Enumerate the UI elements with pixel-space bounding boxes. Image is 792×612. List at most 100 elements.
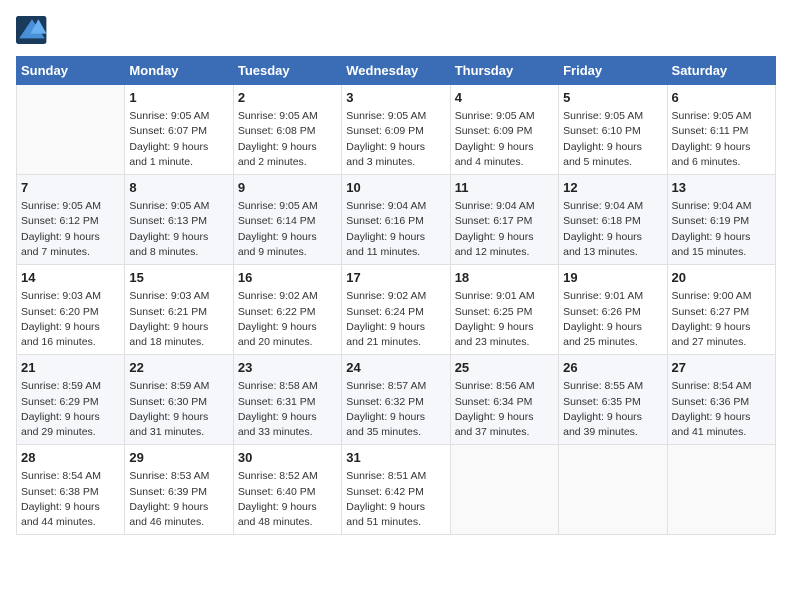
calendar-cell xyxy=(450,445,558,535)
calendar-cell: 25 Sunrise: 8:56 AMSunset: 6:34 PMDayligh… xyxy=(450,355,558,445)
calendar-cell: 21 Sunrise: 8:59 AMSunset: 6:29 PMDayligh… xyxy=(17,355,125,445)
day-number: 7 xyxy=(21,179,120,197)
day-number: 26 xyxy=(563,359,662,377)
day-number: 12 xyxy=(563,179,662,197)
calendar-cell: 11 Sunrise: 9:04 AMSunset: 6:17 PMDayligh… xyxy=(450,175,558,265)
day-number: 24 xyxy=(346,359,445,377)
calendar-cell: 10Sunrise: 9:04 AMSunset: 6:16 PMDayligh… xyxy=(342,175,450,265)
day-number: 13 xyxy=(672,179,771,197)
day-number: 28 xyxy=(21,449,120,467)
day-info: Sunrise: 8:56 AMSunset: 6:34 PMDaylight:… xyxy=(455,379,554,440)
calendar-cell: 29 Sunrise: 8:53 AMSunset: 6:39 PMDayligh… xyxy=(125,445,233,535)
day-info: Sunrise: 9:04 AMSunset: 6:16 PMDaylight:… xyxy=(346,199,445,260)
day-info: Sunrise: 9:05 AMSunset: 6:09 PMDaylight:… xyxy=(346,109,445,170)
day-info: Sunrise: 9:05 AMSunset: 6:10 PMDaylight:… xyxy=(563,109,662,170)
day-number: 30 xyxy=(238,449,337,467)
day-number: 27 xyxy=(672,359,771,377)
weekday-header: Wednesday xyxy=(342,57,450,85)
calendar-cell: 30Sunrise: 8:52 AMSunset: 6:40 PMDayligh… xyxy=(233,445,341,535)
day-number: 6 xyxy=(672,89,771,107)
day-info: Sunrise: 9:05 AMSunset: 6:14 PMDaylight:… xyxy=(238,199,337,260)
day-number: 25 xyxy=(455,359,554,377)
calendar-cell: 14 Sunrise: 9:03 AMSunset: 6:20 PMDayligh… xyxy=(17,265,125,355)
day-number: 21 xyxy=(21,359,120,377)
day-info: Sunrise: 8:51 AMSunset: 6:42 PMDaylight:… xyxy=(346,469,445,530)
calendar-cell: 22 Sunrise: 8:59 AMSunset: 6:30 PMDayligh… xyxy=(125,355,233,445)
logo-icon xyxy=(16,16,48,44)
day-info: Sunrise: 9:02 AMSunset: 6:22 PMDaylight:… xyxy=(238,289,337,350)
calendar-cell: 15 Sunrise: 9:03 AMSunset: 6:21 PMDayligh… xyxy=(125,265,233,355)
day-number: 1 xyxy=(129,89,228,107)
calendar-cell: 13 Sunrise: 9:04 AMSunset: 6:19 PMDayligh… xyxy=(667,175,775,265)
day-number: 31 xyxy=(346,449,445,467)
calendar-week-row: 28 Sunrise: 8:54 AMSunset: 6:38 PMDayligh… xyxy=(17,445,776,535)
calendar-cell: 18Sunrise: 9:01 AMSunset: 6:25 PMDayligh… xyxy=(450,265,558,355)
calendar-cell xyxy=(17,85,125,175)
calendar-cell xyxy=(559,445,667,535)
day-number: 8 xyxy=(129,179,228,197)
day-info: Sunrise: 8:57 AMSunset: 6:32 PMDaylight:… xyxy=(346,379,445,440)
weekday-header: Sunday xyxy=(17,57,125,85)
day-number: 16 xyxy=(238,269,337,287)
calendar-cell: 23Sunrise: 8:58 AMSunset: 6:31 PMDayligh… xyxy=(233,355,341,445)
header xyxy=(16,16,776,44)
day-number: 9 xyxy=(238,179,337,197)
weekday-header: Saturday xyxy=(667,57,775,85)
day-info: Sunrise: 9:00 AMSunset: 6:27 PMDaylight:… xyxy=(672,289,771,350)
calendar-cell: 17 Sunrise: 9:02 AMSunset: 6:24 PMDayligh… xyxy=(342,265,450,355)
calendar-cell: 16 Sunrise: 9:02 AMSunset: 6:22 PMDayligh… xyxy=(233,265,341,355)
calendar-cell: 6Sunrise: 9:05 AMSunset: 6:11 PMDaylight… xyxy=(667,85,775,175)
logo xyxy=(16,16,52,44)
calendar-cell: 28 Sunrise: 8:54 AMSunset: 6:38 PMDayligh… xyxy=(17,445,125,535)
day-number: 23 xyxy=(238,359,337,377)
day-info: Sunrise: 9:03 AMSunset: 6:21 PMDaylight:… xyxy=(129,289,228,350)
day-number: 15 xyxy=(129,269,228,287)
calendar-cell: 2 Sunrise: 9:05 AMSunset: 6:08 PMDaylight… xyxy=(233,85,341,175)
day-number: 20 xyxy=(672,269,771,287)
calendar-week-row: 21 Sunrise: 8:59 AMSunset: 6:29 PMDayligh… xyxy=(17,355,776,445)
day-info: Sunrise: 9:02 AMSunset: 6:24 PMDaylight:… xyxy=(346,289,445,350)
day-info: Sunrise: 8:59 AMSunset: 6:29 PMDaylight:… xyxy=(21,379,120,440)
day-info: Sunrise: 9:03 AMSunset: 6:20 PMDaylight:… xyxy=(21,289,120,350)
calendar-cell: 5Sunrise: 9:05 AMSunset: 6:10 PMDaylight… xyxy=(559,85,667,175)
calendar-week-row: 1 Sunrise: 9:05 AMSunset: 6:07 PMDaylight… xyxy=(17,85,776,175)
calendar-cell: 31 Sunrise: 8:51 AMSunset: 6:42 PMDayligh… xyxy=(342,445,450,535)
day-info: Sunrise: 9:05 AMSunset: 6:13 PMDaylight:… xyxy=(129,199,228,260)
weekday-header: Friday xyxy=(559,57,667,85)
day-number: 17 xyxy=(346,269,445,287)
day-number: 2 xyxy=(238,89,337,107)
calendar-cell: 19Sunrise: 9:01 AMSunset: 6:26 PMDayligh… xyxy=(559,265,667,355)
day-info: Sunrise: 8:54 AMSunset: 6:36 PMDaylight:… xyxy=(672,379,771,440)
day-number: 22 xyxy=(129,359,228,377)
day-info: Sunrise: 9:05 AMSunset: 6:07 PMDaylight:… xyxy=(129,109,228,170)
day-number: 19 xyxy=(563,269,662,287)
calendar-cell xyxy=(667,445,775,535)
weekday-header: Tuesday xyxy=(233,57,341,85)
day-number: 14 xyxy=(21,269,120,287)
calendar-cell: 27 Sunrise: 8:54 AMSunset: 6:36 PMDayligh… xyxy=(667,355,775,445)
day-info: Sunrise: 8:55 AMSunset: 6:35 PMDaylight:… xyxy=(563,379,662,440)
day-info: Sunrise: 9:05 AMSunset: 6:09 PMDaylight:… xyxy=(455,109,554,170)
weekday-header-row: SundayMondayTuesdayWednesdayThursdayFrid… xyxy=(17,57,776,85)
calendar-cell: 1 Sunrise: 9:05 AMSunset: 6:07 PMDaylight… xyxy=(125,85,233,175)
calendar-week-row: 14 Sunrise: 9:03 AMSunset: 6:20 PMDayligh… xyxy=(17,265,776,355)
day-info: Sunrise: 9:04 AMSunset: 6:18 PMDaylight:… xyxy=(563,199,662,260)
calendar-cell: 24 Sunrise: 8:57 AMSunset: 6:32 PMDayligh… xyxy=(342,355,450,445)
calendar-cell: 26 Sunrise: 8:55 AMSunset: 6:35 PMDayligh… xyxy=(559,355,667,445)
day-number: 3 xyxy=(346,89,445,107)
calendar-cell: 20 Sunrise: 9:00 AMSunset: 6:27 PMDayligh… xyxy=(667,265,775,355)
day-info: Sunrise: 8:53 AMSunset: 6:39 PMDaylight:… xyxy=(129,469,228,530)
day-info: Sunrise: 9:04 AMSunset: 6:19 PMDaylight:… xyxy=(672,199,771,260)
day-info: Sunrise: 9:05 AMSunset: 6:08 PMDaylight:… xyxy=(238,109,337,170)
day-number: 18 xyxy=(455,269,554,287)
day-number: 11 xyxy=(455,179,554,197)
day-info: Sunrise: 9:04 AMSunset: 6:17 PMDaylight:… xyxy=(455,199,554,260)
calendar-week-row: 7Sunrise: 9:05 AMSunset: 6:12 PMDaylight… xyxy=(17,175,776,265)
weekday-header: Monday xyxy=(125,57,233,85)
day-number: 29 xyxy=(129,449,228,467)
calendar-table: SundayMondayTuesdayWednesdayThursdayFrid… xyxy=(16,56,776,535)
day-info: Sunrise: 8:54 AMSunset: 6:38 PMDaylight:… xyxy=(21,469,120,530)
day-info: Sunrise: 8:59 AMSunset: 6:30 PMDaylight:… xyxy=(129,379,228,440)
weekday-header: Thursday xyxy=(450,57,558,85)
calendar-cell: 8 Sunrise: 9:05 AMSunset: 6:13 PMDaylight… xyxy=(125,175,233,265)
